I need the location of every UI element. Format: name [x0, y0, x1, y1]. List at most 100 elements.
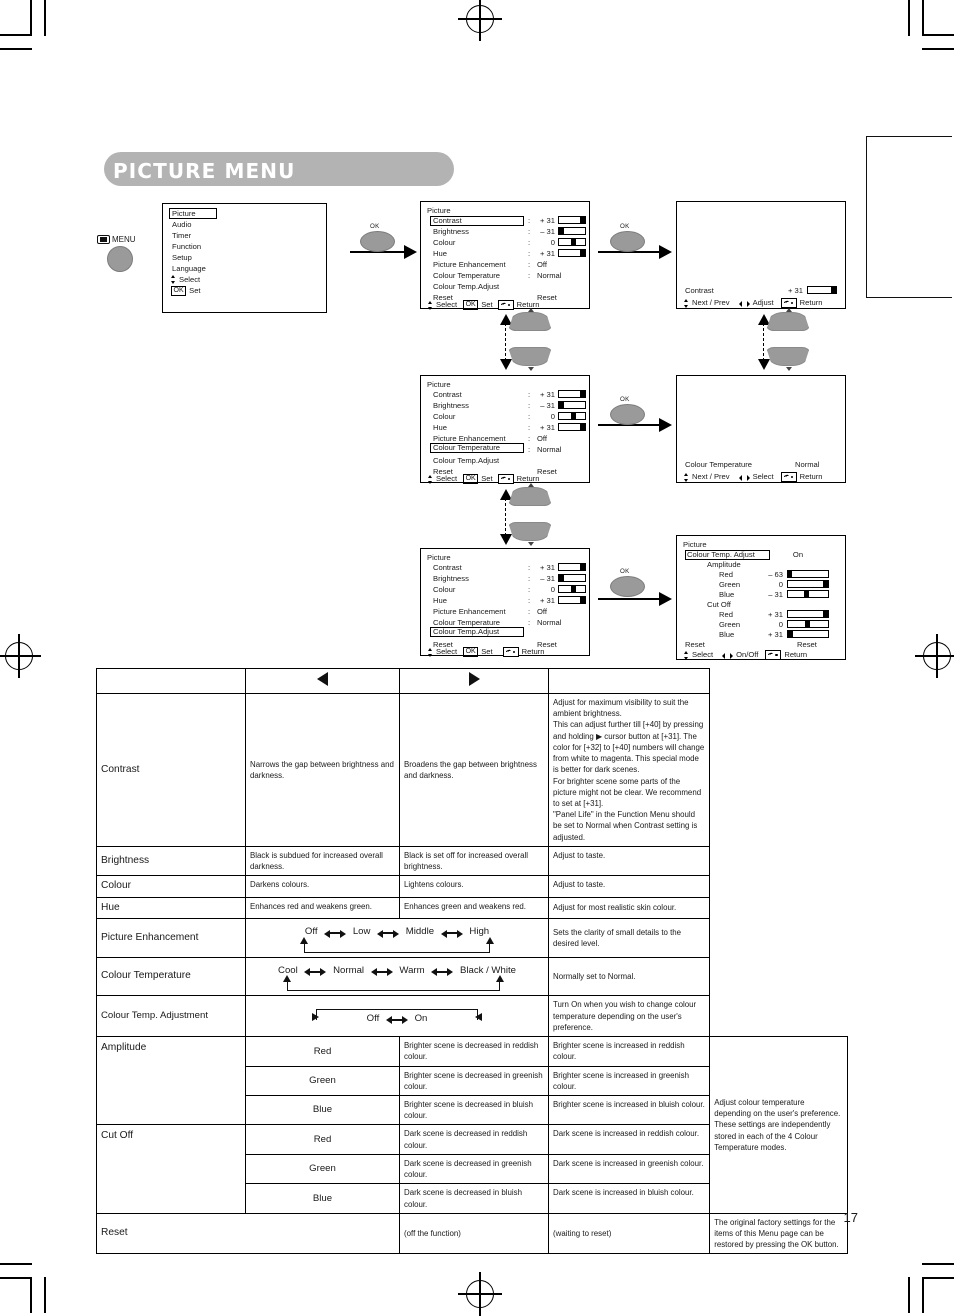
slider-colour[interactable] — [558, 585, 586, 593]
slider-cutoff-blue[interactable] — [787, 630, 829, 638]
osd-row-picture-enhancement[interactable]: Picture Enhancement — [433, 608, 506, 616]
ok-button-4-label: OK — [620, 568, 630, 575]
osd-row-amplitude-red[interactable]: Red — [719, 571, 733, 579]
slider-amplitude-green[interactable] — [787, 580, 829, 588]
crop-mark-bl-h — [0, 1277, 32, 1279]
chain-item-normal: Normal — [333, 964, 365, 976]
ok-button-3-label: OK — [620, 396, 630, 403]
bidirectional-arrow-icon — [440, 927, 463, 938]
slider-contrast[interactable] — [558, 563, 586, 571]
osd-row-brightness[interactable]: Brightness — [433, 575, 469, 583]
osd-row-colour-temperature[interactable]: Colour Temperature — [433, 272, 500, 280]
cursor-down-button[interactable] — [766, 347, 810, 366]
osd-item-function[interactable]: Function — [172, 243, 201, 251]
ok-button-2-label: OK — [620, 223, 630, 230]
osd-item-picture[interactable]: Picture — [172, 210, 196, 218]
row-right-amplitude-blue: Brighter scene is increased in bluish co… — [547, 1094, 711, 1126]
slider-contrast[interactable] — [807, 286, 837, 294]
osd-row-amplitude-green[interactable]: Green — [719, 581, 740, 589]
slider-colour[interactable] — [558, 412, 586, 420]
osd-row-brightness[interactable]: Brightness — [433, 402, 469, 410]
osd-row-amplitude-blue[interactable]: Blue — [719, 591, 734, 599]
slider-amplitude-red[interactable] — [787, 570, 829, 578]
osd-row-colour[interactable]: Colour — [433, 586, 455, 594]
registration-mark-bottom — [458, 1272, 502, 1316]
osd-value-amplitude-red: – 63 — [768, 570, 783, 579]
cursor-down-button[interactable] — [508, 522, 552, 541]
ok-button-1[interactable] — [360, 231, 395, 252]
menu-button[interactable] — [107, 246, 133, 272]
row-label-brightness: Brightness — [96, 845, 246, 877]
osd-item-audio[interactable]: Audio — [172, 221, 191, 229]
ok-key-icon: OK — [171, 286, 187, 296]
crop-mark-tl-v — [30, 0, 32, 36]
osd-row-colour-temp-adjust[interactable]: Colour Temp. Adjust — [687, 551, 755, 559]
slider-cutoff-red[interactable] — [787, 610, 829, 618]
ok-button-3[interactable] — [610, 404, 645, 425]
osd-group-cutoff: Cut Off — [707, 600, 731, 609]
slider-colour[interactable] — [558, 238, 586, 246]
osd-colon: : — [528, 585, 531, 594]
slider-hue[interactable] — [558, 596, 586, 604]
osd-colon: : — [528, 260, 531, 269]
osd-row-brightness[interactable]: Brightness — [433, 228, 469, 236]
slider-brightness[interactable] — [558, 227, 586, 235]
osd-colon: : — [528, 249, 531, 258]
osd-value-contrast: + 31 — [540, 563, 555, 572]
header-cell-description — [547, 668, 711, 694]
crop-mark-tr2-h — [922, 48, 954, 50]
osd-row-contrast[interactable]: Contrast — [433, 217, 462, 225]
osd-row-colour-temperature[interactable]: Colour Temperature — [433, 619, 500, 627]
osd-row-colour-temp-adjust[interactable]: Colour Temp.Adjust — [433, 628, 499, 636]
crop-mark-br2-v — [908, 1277, 910, 1313]
osd-row-hue[interactable]: Hue — [433, 424, 447, 432]
left-right-arrow-icon — [738, 300, 750, 307]
row-right-cutoff-green: Dark scene is increased in greenish colo… — [547, 1153, 711, 1185]
osd-row-colour[interactable]: Colour — [433, 239, 455, 247]
menu-button-label: MENU — [112, 235, 136, 244]
osd-row-cutoff-red[interactable]: Red — [719, 611, 733, 619]
cursor-up-button[interactable] — [508, 312, 552, 331]
osd-row-colour-temperature[interactable]: Colour Temperature — [433, 444, 500, 452]
slider-brightness[interactable] — [558, 574, 586, 582]
chain-item-low: Low — [352, 926, 371, 938]
osd-value-amplitude-blue: – 31 — [768, 590, 783, 599]
row-label-amplitude-red: Red — [245, 1036, 400, 1067]
slider-hue[interactable] — [558, 423, 586, 431]
osd-row-colour-temp-adjust[interactable]: Colour Temp.Adjust — [433, 457, 499, 465]
slider-contrast[interactable] — [558, 390, 586, 398]
osd-row-colour-temp-adjust[interactable]: Colour Temp.Adjust — [433, 283, 499, 291]
osd-row-picture-enhancement[interactable]: Picture Enhancement — [433, 435, 506, 443]
osd-colon: : — [528, 238, 531, 247]
osd-item-setup[interactable]: Setup — [172, 254, 192, 262]
slider-cutoff-green[interactable] — [787, 620, 829, 628]
osd-row-hue[interactable]: Hue — [433, 250, 447, 258]
osd-row-contrast[interactable]: Contrast — [433, 564, 462, 572]
cursor-up-button[interactable] — [508, 487, 552, 506]
osd-row-reset[interactable]: Reset — [685, 641, 705, 649]
osd-row-colour[interactable]: Colour — [433, 413, 455, 421]
osd-row-picture-enhancement[interactable]: Picture Enhancement — [433, 261, 506, 269]
osd-contrast-label: Contrast — [685, 286, 714, 295]
osd-footer-return-label: Return — [521, 647, 545, 657]
cursor-down-tick — [528, 542, 534, 546]
row-label-picture-enhancement: Picture Enhancement — [96, 918, 246, 958]
osd-item-language[interactable]: Language — [172, 265, 206, 273]
slider-amplitude-blue[interactable] — [787, 590, 829, 598]
osd-row-contrast[interactable]: Contrast — [433, 391, 462, 399]
slider-brightness[interactable] — [558, 401, 586, 409]
cursor-down-button[interactable] — [508, 347, 552, 366]
osd-row-hue[interactable]: Hue — [433, 597, 447, 605]
slider-hue[interactable] — [558, 249, 586, 257]
slider-contrast[interactable] — [558, 216, 586, 224]
cursor-up-button[interactable] — [766, 312, 810, 331]
row-desc-colour-temperature: Normally set to Normal. — [547, 956, 711, 997]
osd-row-cutoff-blue[interactable]: Blue — [719, 631, 734, 639]
left-arrow-icon — [317, 672, 328, 687]
menu-icon — [97, 235, 110, 244]
ok-button-2[interactable] — [610, 231, 645, 252]
up-down-arrow-icon — [428, 474, 433, 484]
osd-row-cutoff-green[interactable]: Green — [719, 621, 740, 629]
osd-item-timer[interactable]: Timer — [172, 232, 191, 240]
ok-button-4[interactable] — [610, 576, 645, 597]
